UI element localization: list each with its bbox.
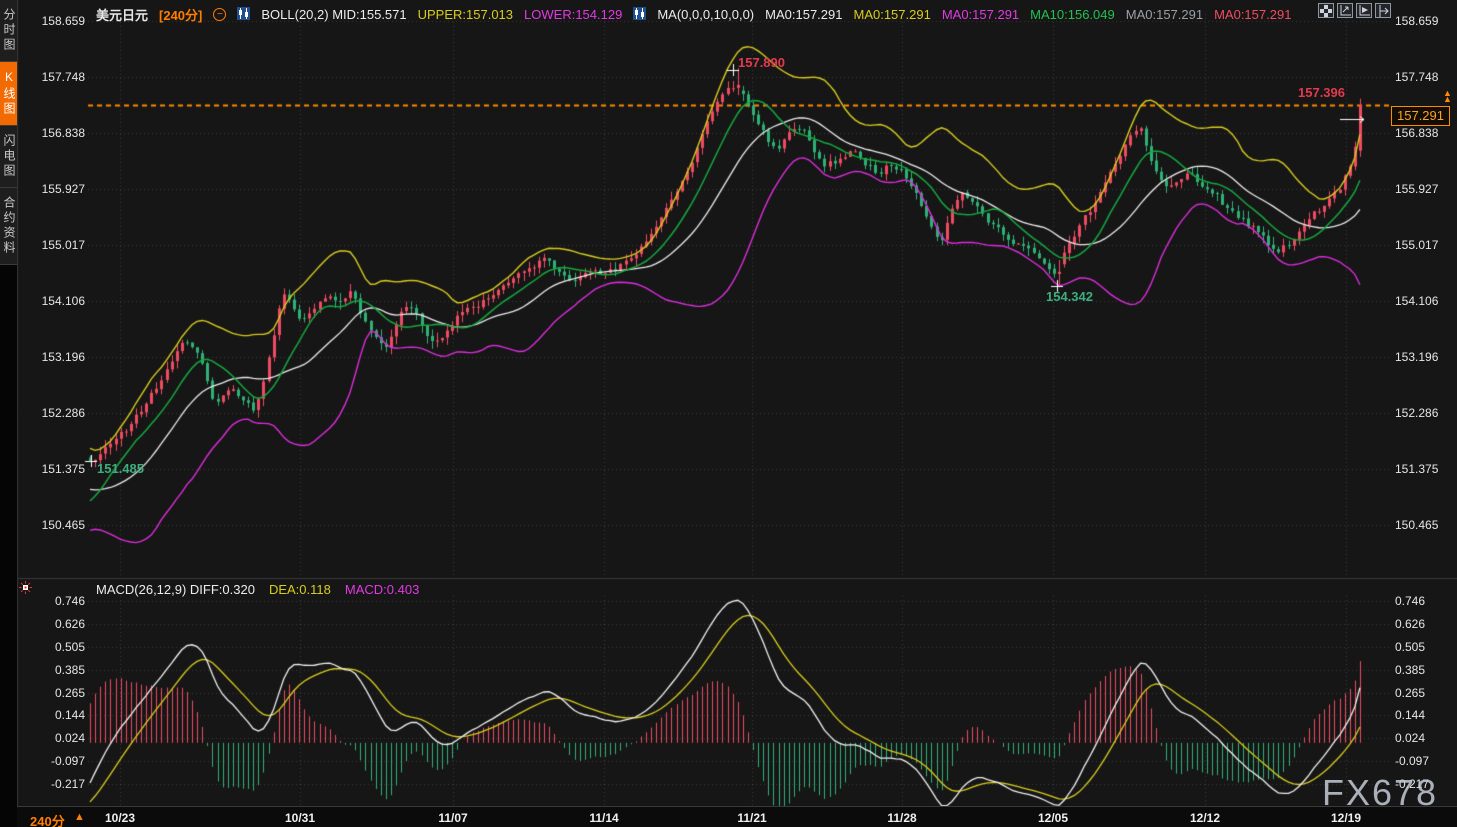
legend-item: MA0:157.291 [853, 7, 930, 22]
price-tick-left: 157.748 [17, 70, 85, 84]
annotation-session-high: 157.396 [1298, 85, 1345, 100]
legend-item: MA0:157.291 [1126, 7, 1203, 22]
price-up-arrows-icon: ▲▲ [1443, 90, 1452, 102]
sidebar-tab-分时图[interactable]: 分时图 [0, 0, 17, 62]
macd-tick-left: 0.144 [17, 708, 85, 722]
pan-right-icon[interactable] [1375, 3, 1391, 18]
macd-dea-label: DEA:0.118 [269, 582, 331, 597]
macd-tick-right: -0.217 [1395, 777, 1429, 791]
macd-params-label: MACD(26,12,9) DIFF:0.320 [96, 582, 255, 597]
price-tick-left: 153.196 [17, 350, 85, 364]
macd-tick-left: 0.385 [17, 663, 85, 677]
macd-tick-right: 0.265 [1395, 686, 1425, 700]
period-label: 240分 [30, 811, 65, 827]
period-up-arrow-icon: ▲ [74, 811, 85, 823]
date-label: 12/19 [1331, 811, 1361, 825]
macd-tick-right: 0.505 [1395, 640, 1425, 654]
price-tick-right: 158.659 [1395, 14, 1438, 28]
date-label: 11/07 [438, 811, 467, 825]
indicator-chart-icon[interactable] [237, 7, 250, 23]
date-label: 10/31 [285, 811, 315, 825]
price-tick-right: 150.465 [1395, 518, 1438, 532]
indicator-settings-icon[interactable] [19, 581, 32, 599]
legend-item: MA0:157.291 [942, 7, 1019, 22]
macd-tick-right: 0.385 [1395, 663, 1425, 677]
sidebar: 分时图K线图闪电图合约资料 [0, 0, 17, 827]
legend-item: UPPER:157.013 [418, 7, 513, 22]
sidebar-tab-K线图[interactable]: K线图 [0, 62, 17, 126]
date-label: 11/28 [887, 811, 916, 825]
price-tick-right: 157.748 [1395, 70, 1438, 84]
chart-toolbar [1318, 3, 1391, 18]
legend-item: LOWER:154.129 [524, 7, 622, 22]
annotation-swing-low: 154.342 [1046, 289, 1093, 304]
sidebar-tab-闪电图[interactable]: 闪电图 [0, 126, 17, 188]
macd-tick-left: -0.217 [17, 777, 85, 791]
date-label: 11/14 [589, 811, 618, 825]
legend-item: MA(0,0,0,10,0,0) [657, 7, 754, 22]
price-tick-right: 155.927 [1395, 182, 1438, 196]
price-tick-left: 152.286 [17, 406, 85, 420]
time-axis-bar: 240分 ▲ 10/23 10/31 11/07 11/14 11/21 11/28 12/… [0, 806, 1457, 827]
price-tick-right: 151.375 [1395, 462, 1438, 476]
price-tick-left: 156.838 [17, 126, 85, 140]
axis-play-icon[interactable] [1356, 3, 1372, 18]
legend-item: MA0:157.291 [765, 7, 842, 22]
date-label: 11/21 [737, 811, 766, 825]
macd-tick-left: -0.097 [17, 754, 85, 768]
legend-item: BOLL(20,2) MID:155.571 [261, 7, 406, 22]
annotation-period-high: 157.890 [738, 55, 785, 70]
sidebar-tab-合约资料[interactable]: 合约资料 [0, 188, 17, 265]
macd-tick-right: 0.144 [1395, 708, 1425, 722]
macd-value-label: MACD:0.403 [345, 582, 419, 597]
macd-header: MACD(26,12,9) DIFF:0.320 DEA:0.118 MACD:… [96, 582, 419, 597]
price-tick-right: 156.838 [1395, 126, 1438, 140]
axis-scale-icon[interactable] [1337, 3, 1353, 18]
price-tick-right: 153.196 [1395, 350, 1438, 364]
date-label: 12/12 [1190, 811, 1220, 825]
price-chart-canvas[interactable] [0, 0, 1457, 827]
legend-item: MA0:157.291 [1214, 7, 1291, 22]
macd-tick-left: 0.505 [17, 640, 85, 654]
price-tick-left: 155.927 [17, 182, 85, 196]
price-tick-left: 155.017 [17, 238, 85, 252]
price-tick-right: 155.017 [1395, 238, 1438, 252]
indicator-chart-icon[interactable] [633, 7, 646, 23]
annotation-start-low: 151.485 [97, 461, 144, 476]
macd-tick-left: 0.626 [17, 617, 85, 631]
price-tick-right: 154.106 [1395, 294, 1438, 308]
macd-tick-right: -0.097 [1395, 754, 1429, 768]
macd-tick-right: 0.024 [1395, 731, 1425, 745]
indicator-legend: BOLL(20,2) MID:155.571 UPPER:157.013 LOWER… [237, 7, 1291, 23]
price-tick-right: 152.286 [1395, 406, 1438, 420]
indicator-header: 美元日元 [240分] − BOLL(20,2) MID:155.571 UPPE… [96, 5, 1291, 24]
macd-tick-left: 0.265 [17, 686, 85, 700]
price-tick-left: 158.659 [17, 14, 85, 28]
current-price-tag: 157.291 [1391, 106, 1450, 126]
date-label: 10/23 [105, 811, 135, 825]
price-tick-left: 154.106 [17, 294, 85, 308]
collapse-indicator-icon[interactable]: − [213, 8, 226, 21]
macd-tick-right: 0.626 [1395, 617, 1425, 631]
legend-item: MA10:156.049 [1030, 7, 1115, 22]
period-tag: [240分] [159, 5, 202, 24]
layout-grid-icon[interactable] [1318, 3, 1334, 18]
macd-tick-left: 0.024 [17, 731, 85, 745]
price-tick-left: 151.375 [17, 462, 85, 476]
chart-app: 分时图K线图闪电图合约资料 美元日元 [240分] − BOLL(20,2) M… [0, 0, 1457, 827]
macd-tick-right: 0.746 [1395, 594, 1425, 608]
date-label: 12/05 [1038, 811, 1068, 825]
symbol-title: 美元日元 [96, 5, 148, 24]
price-tick-left: 150.465 [17, 518, 85, 532]
